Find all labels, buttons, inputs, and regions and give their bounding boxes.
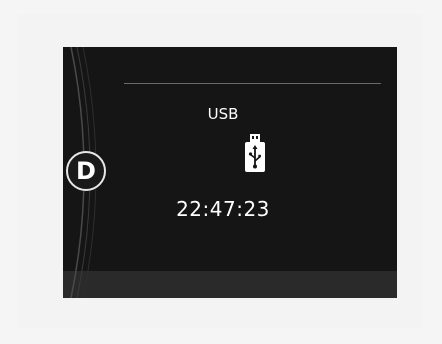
instrument-cluster-display: D USB 22:47:23: [63, 47, 397, 298]
gear-indicator: D: [66, 151, 106, 191]
time-readout: 22:47:23: [176, 197, 270, 221]
top-divider-line: [124, 83, 381, 84]
usb-drive-icon: [245, 134, 265, 172]
media-source-label: USB: [207, 105, 239, 123]
